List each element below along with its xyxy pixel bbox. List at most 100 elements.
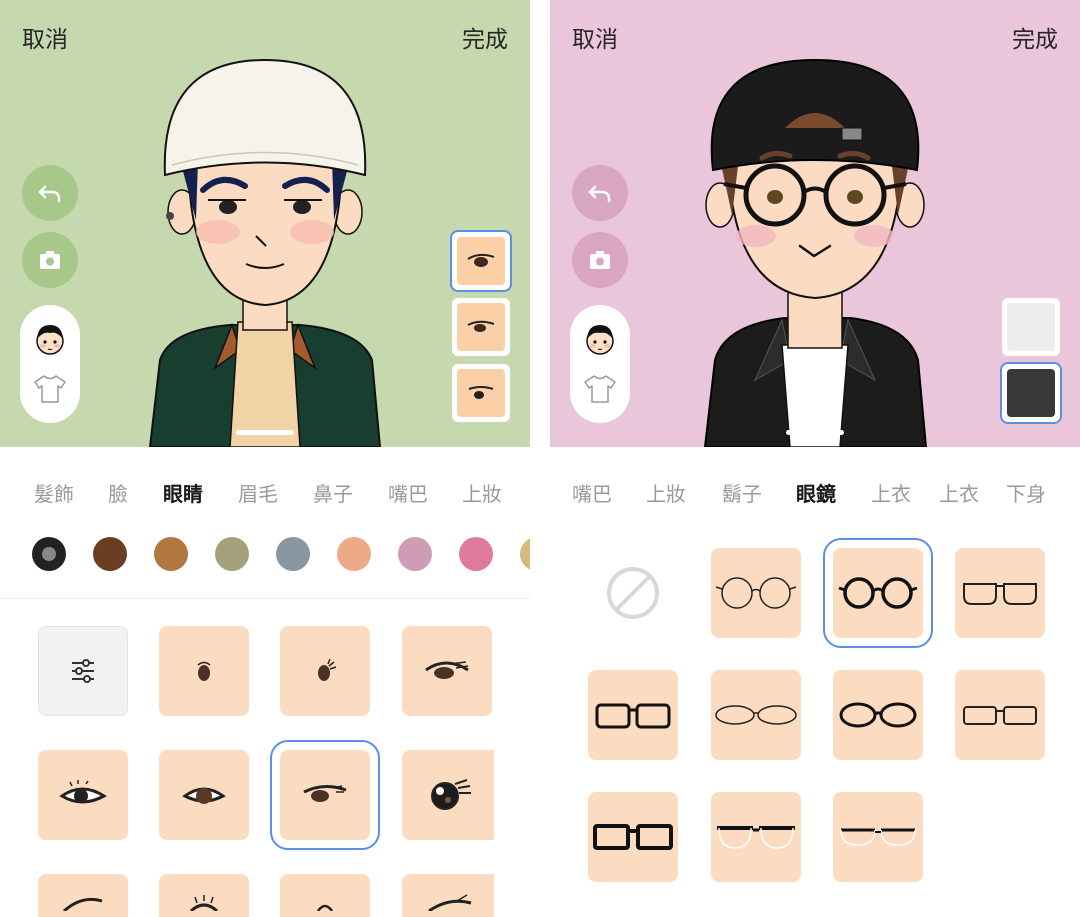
eye-style-option[interactable] bbox=[402, 874, 494, 917]
eye-style-option[interactable] bbox=[280, 626, 370, 716]
face-mode-button[interactable] bbox=[580, 320, 620, 360]
color-swatch[interactable] bbox=[154, 537, 188, 571]
category-tabs: 髮飾 臉 眼睛 眉毛 鼻子 嘴巴 上妝 bbox=[0, 470, 530, 514]
eye-style-option[interactable] bbox=[402, 626, 492, 716]
swatch-fill bbox=[457, 303, 505, 351]
undo-button[interactable] bbox=[22, 165, 78, 221]
color-palette bbox=[32, 537, 530, 573]
tab-eyebrows[interactable]: 眉毛 bbox=[238, 478, 278, 507]
glasses-option[interactable] bbox=[711, 670, 801, 760]
eye-icon bbox=[425, 661, 469, 679]
adjust-button[interactable] bbox=[38, 626, 128, 716]
color-swatch[interactable] bbox=[459, 537, 493, 571]
undo-button[interactable] bbox=[572, 165, 628, 221]
eye-preview-swatch[interactable] bbox=[452, 232, 510, 290]
tab-nose[interactable]: 鼻子 bbox=[313, 478, 353, 507]
eye-icon bbox=[182, 787, 226, 804]
half-rim-glasses-icon bbox=[840, 828, 916, 846]
tab-top[interactable]: 上衣 bbox=[871, 478, 911, 507]
tab-face[interactable]: 臉 bbox=[108, 478, 128, 507]
eye-icon bbox=[467, 253, 495, 267]
swatch-fill bbox=[1007, 303, 1055, 351]
rect-bold-glasses-icon bbox=[595, 703, 671, 729]
shirt-icon bbox=[34, 374, 66, 403]
left-avatar-editor: 取消 完成 髮飾 臉 眼睛 眉毛 鼻子 嘴巴 上妝 bbox=[0, 0, 530, 917]
eye-style-option[interactable] bbox=[159, 750, 249, 840]
camera-button[interactable] bbox=[22, 232, 78, 288]
eye-icon bbox=[303, 785, 347, 802]
eye-style-option[interactable] bbox=[280, 874, 370, 917]
color-swatch[interactable] bbox=[520, 537, 530, 571]
tab-glasses[interactable]: 眼鏡 bbox=[796, 478, 836, 507]
color-swatch[interactable] bbox=[32, 537, 66, 571]
glasses-option[interactable] bbox=[955, 548, 1045, 638]
eye-style-option[interactable] bbox=[38, 750, 128, 840]
swatch-fill bbox=[457, 369, 505, 417]
clothes-mode-button[interactable] bbox=[30, 369, 70, 409]
round-bold-glasses-icon bbox=[838, 577, 918, 609]
color-swatch[interactable] bbox=[93, 537, 127, 571]
tab-bottom[interactable]: 下身 bbox=[1006, 478, 1046, 507]
round-thin-glasses-icon bbox=[715, 577, 797, 609]
divider bbox=[0, 598, 530, 599]
tab-mouth[interactable]: 嘴巴 bbox=[388, 478, 428, 507]
face-avatar-icon bbox=[36, 324, 64, 355]
glasses-option[interactable] bbox=[833, 792, 923, 882]
glasses-option[interactable] bbox=[588, 792, 678, 882]
glasses-option[interactable] bbox=[588, 670, 678, 760]
tab-mouth[interactable]: 嘴巴 bbox=[572, 478, 612, 507]
swatch-fill bbox=[1007, 369, 1055, 417]
camera-button[interactable] bbox=[572, 232, 628, 288]
glasses-option[interactable] bbox=[833, 670, 923, 760]
glasses-option-selected[interactable] bbox=[823, 538, 933, 648]
clothes-mode-button[interactable] bbox=[580, 369, 620, 409]
color-swatch[interactable] bbox=[398, 537, 432, 571]
tab-top-2[interactable]: 上衣 bbox=[939, 478, 979, 507]
eye-icon bbox=[59, 780, 107, 804]
face-mode-button[interactable] bbox=[30, 320, 70, 360]
eye-style-option[interactable] bbox=[159, 626, 249, 716]
frame-color-swatch[interactable] bbox=[1002, 364, 1060, 422]
avatar-preview-stage: 取消 完成 bbox=[550, 0, 1080, 447]
tab-makeup[interactable]: 上妝 bbox=[462, 478, 502, 507]
browline-glasses-icon bbox=[717, 826, 795, 849]
eye-icon bbox=[63, 897, 103, 911]
eye-icon bbox=[467, 320, 495, 332]
no-glasses-option[interactable] bbox=[588, 548, 678, 638]
oval-thin-glasses-icon bbox=[715, 705, 797, 725]
mode-switcher bbox=[570, 305, 630, 423]
color-swatch[interactable] bbox=[215, 537, 249, 571]
tab-makeup[interactable]: 上妝 bbox=[646, 478, 686, 507]
eye-style-option[interactable] bbox=[38, 874, 128, 917]
tab-eyes[interactable]: 眼睛 bbox=[163, 478, 203, 507]
color-swatch[interactable] bbox=[276, 537, 310, 571]
eye-style-option[interactable] bbox=[402, 750, 494, 840]
eye-icon bbox=[316, 904, 334, 911]
sliders-icon bbox=[72, 659, 94, 683]
eye-preview-swatch[interactable] bbox=[452, 364, 510, 422]
eye-icon bbox=[431, 779, 471, 810]
eye-icon bbox=[468, 386, 494, 399]
avatar-preview-stage: 取消 完成 bbox=[0, 0, 530, 447]
oval-bold-glasses-icon bbox=[839, 702, 917, 728]
tab-hair-accessory[interactable]: 髮飾 bbox=[34, 478, 74, 507]
glasses-option[interactable] bbox=[711, 792, 801, 882]
eye-style-option-selected[interactable] bbox=[270, 740, 380, 850]
undo-icon bbox=[588, 185, 611, 203]
shirt-icon bbox=[584, 374, 616, 403]
camera-icon bbox=[590, 251, 610, 269]
glasses-option[interactable] bbox=[955, 670, 1045, 760]
eye-preview-swatch[interactable] bbox=[452, 298, 510, 356]
right-avatar-editor: 取消 完成 嘴巴 上妝 鬍子 眼鏡 上衣 上衣 下身 bbox=[550, 0, 1080, 917]
square-bold-glasses-icon bbox=[593, 824, 673, 850]
color-swatch[interactable] bbox=[337, 537, 371, 571]
tab-beard[interactable]: 鬍子 bbox=[722, 478, 762, 507]
face-avatar-icon bbox=[586, 324, 614, 355]
frame-color-swatch[interactable] bbox=[1002, 298, 1060, 356]
home-indicator bbox=[786, 430, 844, 435]
none-icon bbox=[607, 567, 659, 619]
home-indicator bbox=[236, 430, 294, 435]
glasses-option[interactable] bbox=[711, 548, 801, 638]
rect-thin-glasses-icon bbox=[963, 706, 1037, 725]
eye-style-option[interactable] bbox=[159, 874, 249, 917]
